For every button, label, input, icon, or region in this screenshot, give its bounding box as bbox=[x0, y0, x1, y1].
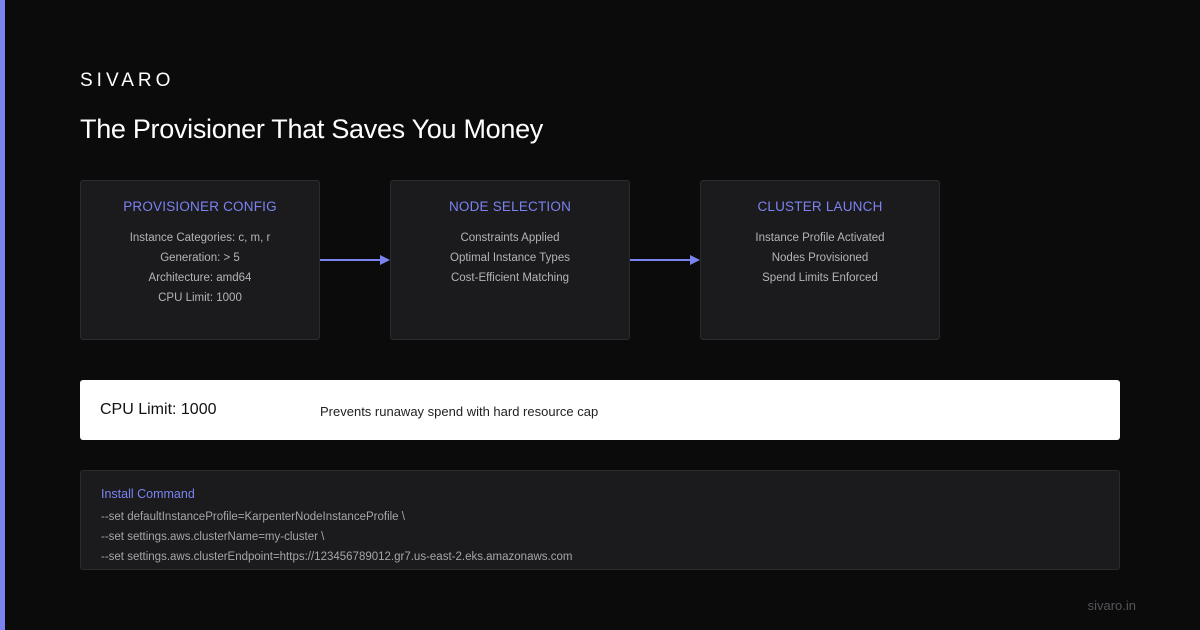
step-line: Architecture: amd64 bbox=[148, 272, 252, 284]
arrow-right-icon bbox=[630, 255, 700, 265]
step-card-cluster-launch: CLUSTER LAUNCH Instance Profile Activate… bbox=[700, 180, 940, 340]
install-line: --set settings.aws.clusterEndpoint=https… bbox=[101, 551, 573, 563]
step-line: Optimal Instance Types bbox=[450, 252, 570, 264]
step-line: Instance Categories: c, m, r bbox=[129, 232, 271, 244]
step-line: Constraints Applied bbox=[460, 232, 560, 244]
callout-key: CPU Limit: 1000 bbox=[100, 401, 217, 418]
brand-logo: SIVARO bbox=[80, 70, 175, 91]
cpu-limit-callout: CPU Limit: 1000 Prevents runaway spend w… bbox=[80, 380, 1120, 440]
step-title: PROVISIONER CONFIG bbox=[123, 199, 277, 214]
callout-description: Prevents runaway spend with hard resourc… bbox=[320, 404, 599, 419]
page-title: The Provisioner That Saves You Money bbox=[80, 114, 543, 144]
footer-url: sivaro.in bbox=[1087, 598, 1136, 613]
step-card-provisioner-config: PROVISIONER CONFIG Instance Categories: … bbox=[80, 180, 320, 340]
install-command-panel: Install Command --set defaultInstancePro… bbox=[80, 470, 1120, 570]
step-line: Generation: > 5 bbox=[160, 252, 240, 264]
step-title: CLUSTER LAUNCH bbox=[757, 199, 883, 214]
install-line: --set defaultInstanceProfile=KarpenterNo… bbox=[101, 511, 405, 523]
step-line: Nodes Provisioned bbox=[771, 252, 869, 264]
step-line: Spend Limits Enforced bbox=[762, 272, 878, 284]
install-line: --set settings.aws.clusterName=my-cluste… bbox=[101, 531, 325, 543]
install-title: Install Command bbox=[101, 487, 195, 501]
step-line: Cost-Efficient Matching bbox=[450, 272, 570, 284]
step-line: Instance Profile Activated bbox=[755, 232, 885, 244]
step-title: NODE SELECTION bbox=[448, 199, 572, 214]
accent-bar bbox=[0, 0, 5, 630]
arrow-right-icon bbox=[320, 255, 390, 265]
step-card-node-selection: NODE SELECTION Constraints Applied Optim… bbox=[390, 180, 630, 340]
step-line: CPU Limit: 1000 bbox=[158, 292, 242, 304]
